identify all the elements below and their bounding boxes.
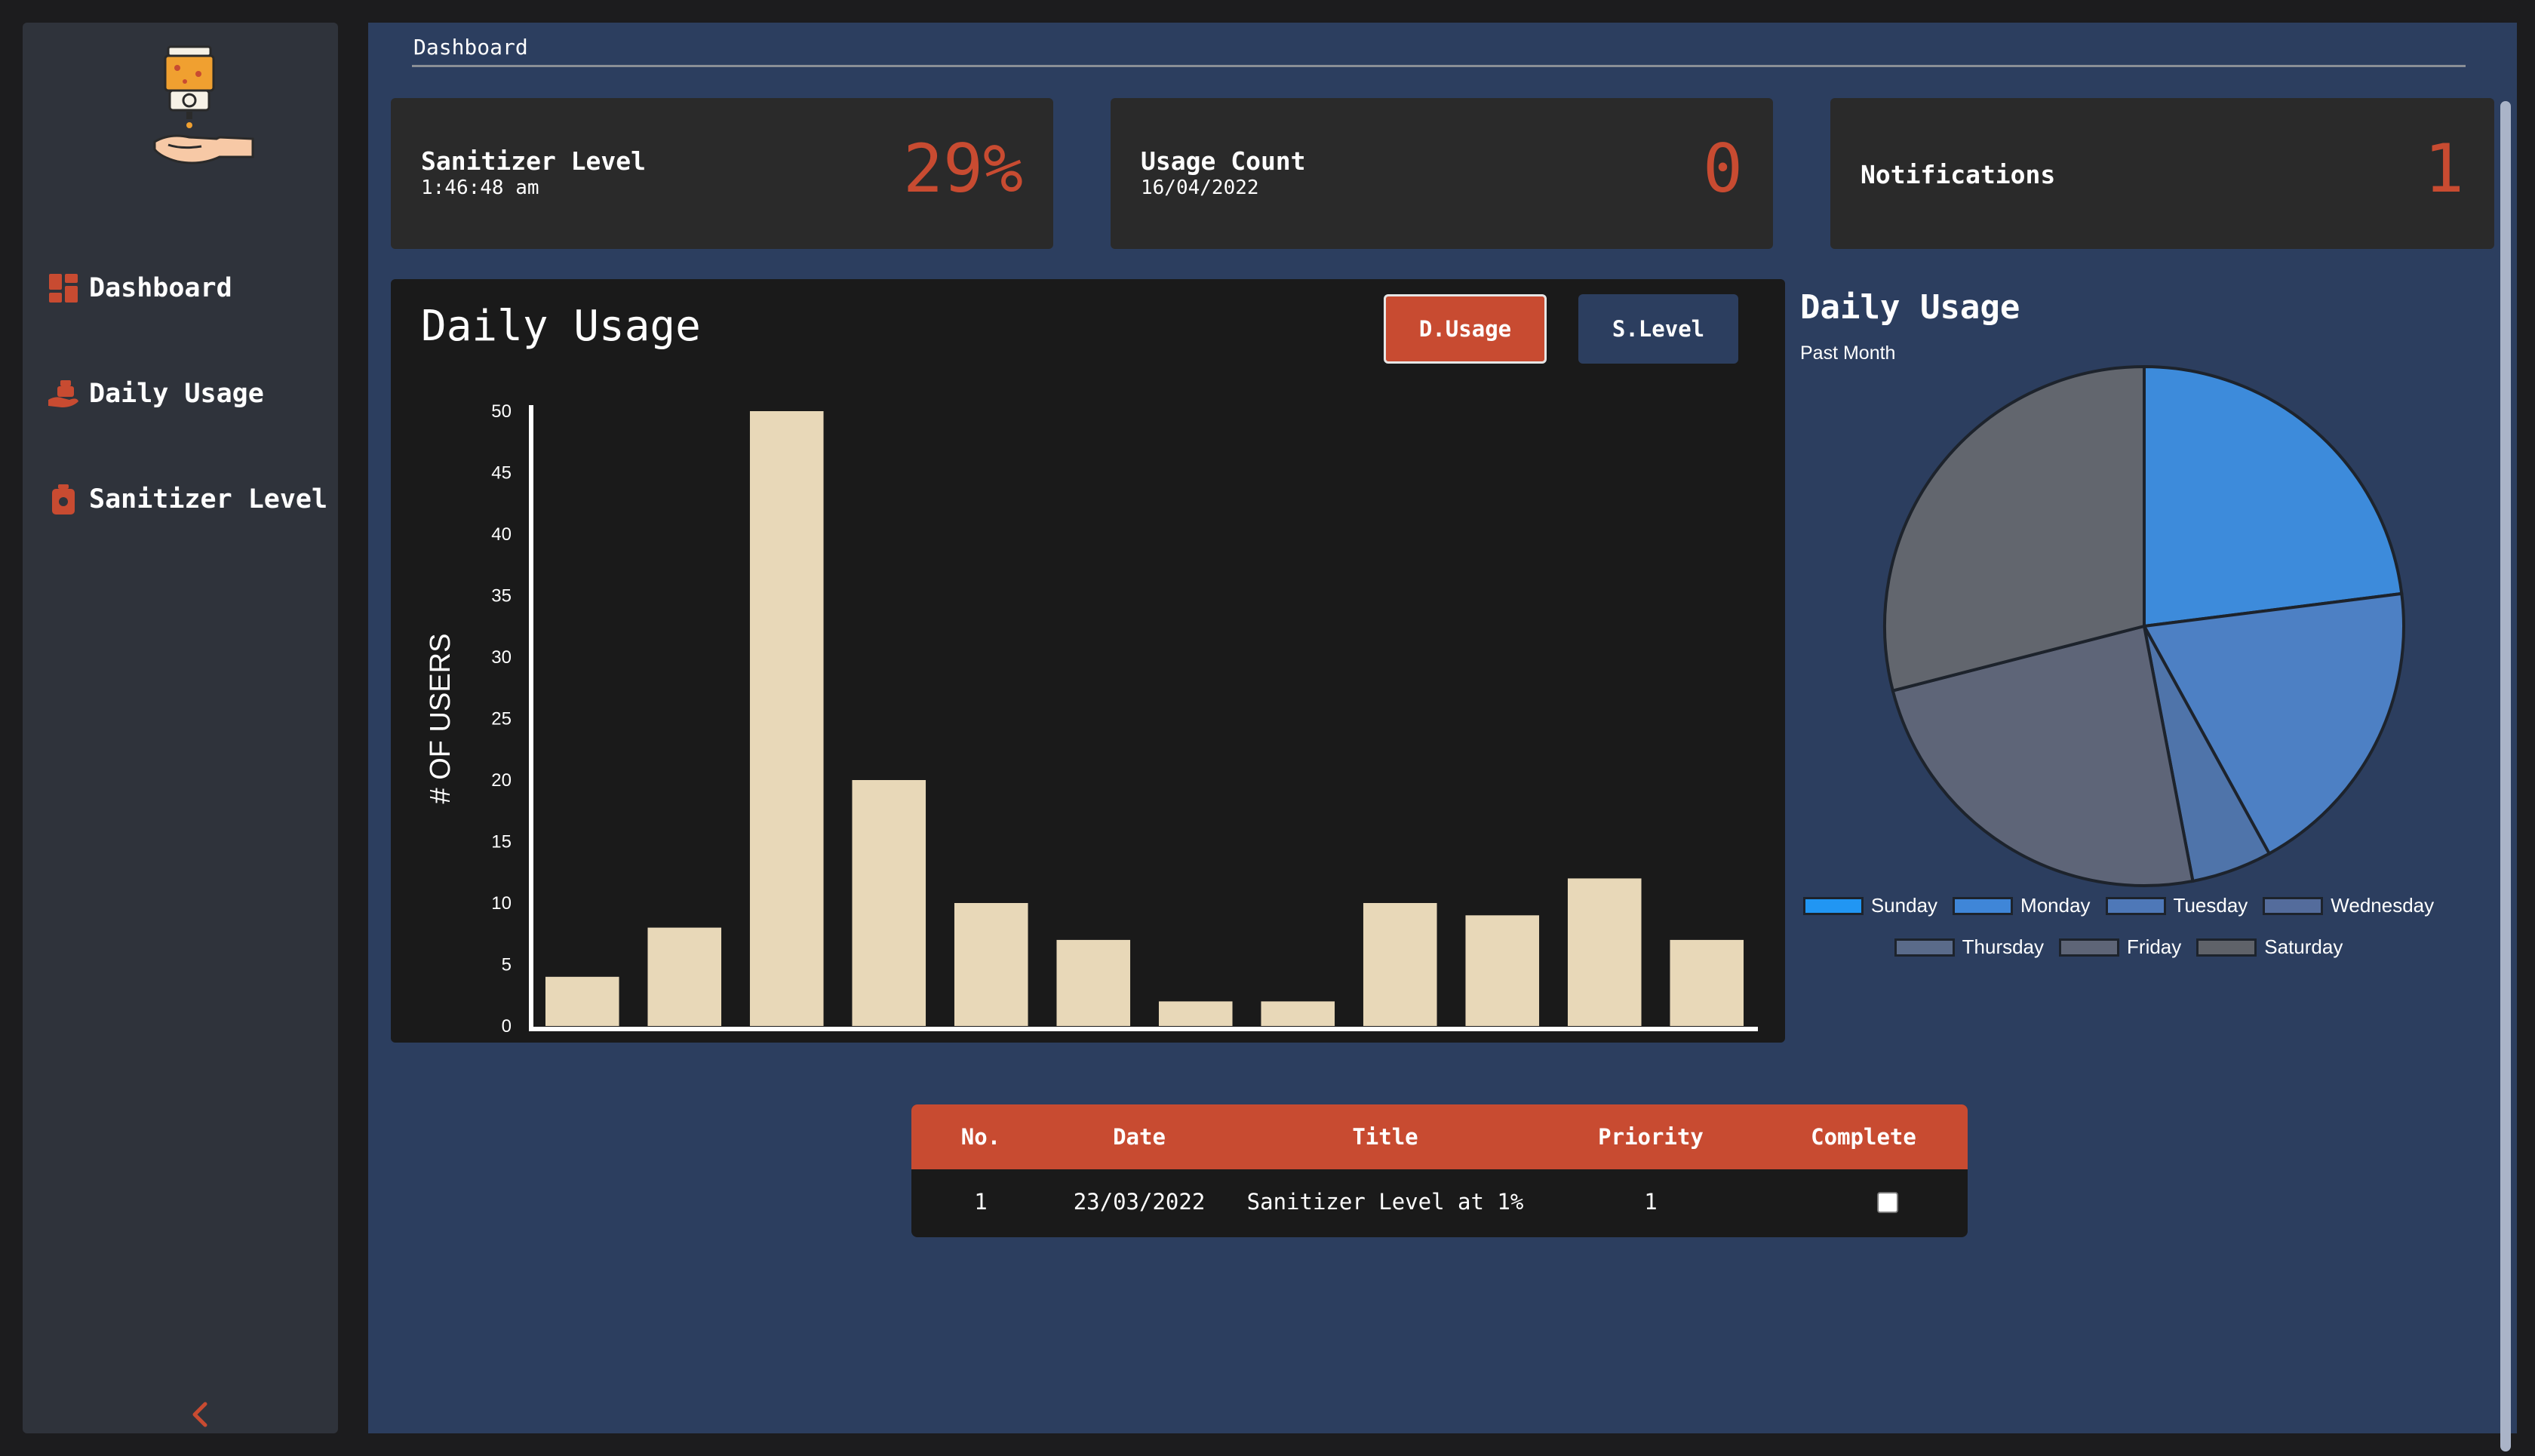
bottle-icon [45, 481, 81, 518]
legend-label: Sunday [1870, 894, 1938, 917]
legend-swatch [1953, 896, 2014, 915]
legend-item-sunday[interactable]: Sunday [1802, 894, 1938, 917]
sidebar-item-label: Daily Usage [89, 379, 264, 409]
chevron-left-icon [192, 1402, 207, 1427]
sidebar: Dashboard Daily Usage Sanitizer Level [23, 23, 338, 1433]
sidebar-item-label: Sanitizer Level [89, 484, 328, 515]
column-header-title: Title [1352, 1124, 1418, 1150]
legend-swatch [2105, 896, 2166, 915]
legend-label: Saturday [2264, 935, 2343, 958]
legend-swatch [2263, 896, 2324, 915]
legend-label: Wednesday [2331, 894, 2435, 917]
column-header-priority: Priority [1598, 1124, 1704, 1150]
column-header-complete: Complete [1811, 1124, 1916, 1150]
legend-item-friday[interactable]: Friday [2059, 935, 2181, 959]
legend-swatch [2196, 938, 2257, 957]
legend-item-wednesday[interactable]: Wednesday [2263, 894, 2434, 917]
cell-priority: 1 [1644, 1189, 1658, 1215]
sidebar-item-label: Dashboard [89, 273, 232, 303]
sidebar-item-daily-usage[interactable]: Daily Usage [45, 364, 264, 424]
notifications-table: No. Date Title Priority Complete 1 23/03… [911, 1104, 1968, 1237]
cell-no: 1 [974, 1189, 988, 1215]
sidebar-item-sanitizer-level[interactable]: Sanitizer Level [45, 469, 327, 530]
cell-title: Sanitizer Level at 1% [1246, 1189, 1524, 1215]
table-header: No. Date Title Priority Complete [911, 1104, 1968, 1169]
y-tick-label: 0 [502, 1016, 512, 1037]
legend-swatch [2059, 938, 2120, 957]
pie-legend: Sunday Monday Tuesday Wednesday Thursday Frid… [1787, 894, 2450, 959]
collapse-sidebar-button[interactable] [181, 1396, 219, 1433]
sanitizer-dispenser-logo [147, 44, 260, 180]
legend-item-tuesday[interactable]: Tuesday [2105, 894, 2248, 917]
legend-label: Friday [2127, 935, 2182, 958]
legend-label: Tuesday [2173, 894, 2248, 917]
dashboard-grid-icon [45, 270, 81, 306]
legend-item-thursday[interactable]: Thursday [1894, 935, 2044, 959]
bar[interactable] [1261, 1001, 1335, 1026]
main-content: Dashboard Sanitizer Level 1:46:48 am 29%… [368, 23, 2517, 1451]
cell-date: 23/03/2022 [1073, 1189, 1206, 1215]
legend-item-saturday[interactable]: Saturday [2196, 935, 2343, 959]
sidebar-item-dashboard[interactable]: Dashboard [45, 258, 232, 318]
complete-checkbox[interactable] [1877, 1192, 1898, 1213]
legend-item-monday[interactable]: Monday [1953, 894, 2091, 917]
legend-swatch [1802, 896, 1864, 915]
legend-swatch [1894, 938, 1955, 957]
pie-slice-sunday[interactable] [2143, 364, 2404, 628]
legend-label: Thursday [1962, 935, 2045, 958]
bar[interactable] [1158, 1001, 1233, 1026]
daily-usage-pie-chart [1883, 364, 2405, 887]
column-header-no: No. [960, 1124, 1001, 1150]
legend-label: Monday [2020, 894, 2091, 917]
usage-hand-icon [45, 376, 81, 412]
column-header-date: Date [1113, 1124, 1166, 1150]
